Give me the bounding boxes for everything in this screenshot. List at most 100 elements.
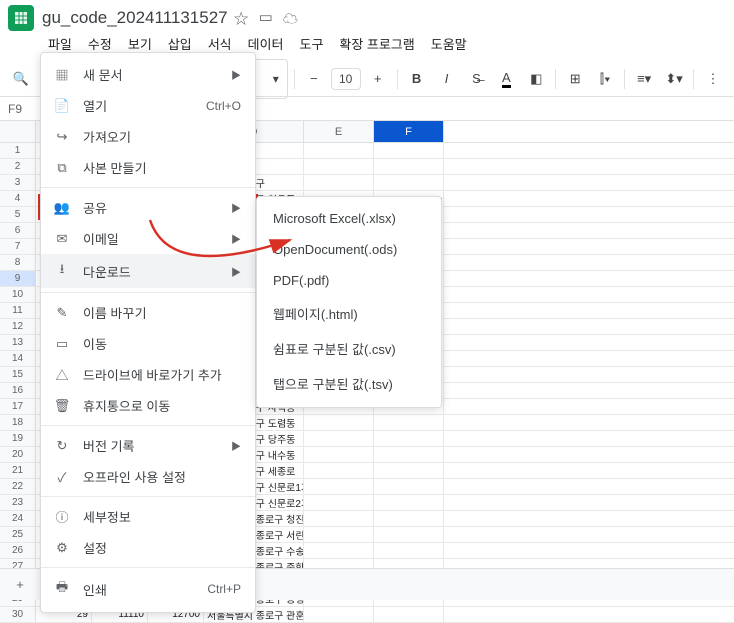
row-header[interactable]: 12 — [0, 319, 36, 334]
menu-확장 프로그램[interactable]: 확장 프로그램 — [333, 32, 420, 55]
row-header[interactable]: 10 — [0, 287, 36, 302]
valign-icon[interactable]: ⬍▾ — [661, 66, 687, 92]
cell[interactable] — [374, 447, 444, 462]
cell[interactable] — [374, 415, 444, 430]
cell[interactable] — [304, 543, 374, 558]
download-option[interactable]: OpenDocument(.ods) — [257, 234, 441, 265]
cell[interactable] — [304, 175, 374, 190]
row-header[interactable]: 9 — [0, 271, 36, 286]
doc-title[interactable]: gu_code_202411131527 — [42, 8, 228, 28]
add-sheet-button[interactable]: + — [8, 573, 32, 597]
menu-item-offline[interactable]: ✓오프라인 사용 설정 — [41, 461, 255, 492]
row-header[interactable]: 7 — [0, 239, 36, 254]
row-header[interactable]: 25 — [0, 527, 36, 542]
menu-item-gear[interactable]: ⚙설정 — [41, 532, 255, 563]
star-icon[interactable]: ☆ — [234, 8, 249, 29]
menu-item-trash[interactable]: 🗑휴지통으로 이동 — [41, 390, 255, 421]
cell[interactable] — [374, 511, 444, 526]
fill-color-icon[interactable]: ◧ — [523, 66, 549, 92]
move-folder-icon[interactable]: ▭ — [259, 8, 273, 29]
cell[interactable] — [304, 159, 374, 174]
cell[interactable] — [304, 527, 374, 542]
col-header-E[interactable]: E — [304, 121, 374, 142]
col-header-F[interactable]: F — [374, 121, 444, 142]
menu-item-rename[interactable]: ✎이름 바꾸기 — [41, 297, 255, 328]
cell[interactable] — [374, 543, 444, 558]
menu-item-import[interactable]: ↪가져오기 — [41, 121, 255, 152]
menu-item-history[interactable]: ↻버전 기록▶ — [41, 430, 255, 461]
row-header[interactable]: 26 — [0, 543, 36, 558]
select-all-corner[interactable] — [0, 121, 36, 142]
row-header[interactable]: 14 — [0, 351, 36, 366]
font-inc-icon[interactable]: + — [365, 66, 391, 92]
row-header[interactable]: 2 — [0, 159, 36, 174]
bold-icon[interactable]: B — [404, 66, 430, 92]
halign-icon[interactable]: ≡▾ — [631, 66, 657, 92]
menu-item-drive[interactable]: △드라이브에 바로가기 추가 — [41, 359, 255, 390]
row-header[interactable]: 6 — [0, 223, 36, 238]
cell[interactable] — [304, 495, 374, 510]
menu-item-share[interactable]: 👥공유▶ — [41, 192, 255, 223]
row-header[interactable]: 3 — [0, 175, 36, 190]
cell[interactable] — [304, 143, 374, 158]
menu-도움말[interactable]: 도움말 — [425, 32, 473, 55]
cell[interactable] — [304, 447, 374, 462]
cell[interactable] — [304, 479, 374, 494]
download-option[interactable]: 쉼표로 구분된 값(.csv) — [257, 331, 441, 366]
menu-item-copy[interactable]: ⧉사본 만들기 — [41, 152, 255, 183]
menu-item-info[interactable]: ⓘ세부정보 — [41, 501, 255, 532]
menu-item-download[interactable]: ⭳다운로드▶ — [41, 254, 255, 288]
cell[interactable] — [304, 607, 374, 622]
row-header[interactable]: 5 — [0, 207, 36, 222]
row-header[interactable]: 23 — [0, 495, 36, 510]
row-header[interactable]: 30 — [0, 607, 36, 622]
italic-icon[interactable]: I — [434, 66, 460, 92]
cloud-icon[interactable]: ☁ — [283, 8, 298, 29]
row-header[interactable]: 22 — [0, 479, 36, 494]
cell[interactable] — [304, 463, 374, 478]
menu-item-move[interactable]: ▭이동 — [41, 328, 255, 359]
name-box[interactable]: F9 — [8, 102, 38, 116]
menu-도구[interactable]: 도구 — [294, 32, 330, 55]
download-option[interactable]: 웹페이지(.html) — [257, 296, 441, 331]
row-header[interactable]: 18 — [0, 415, 36, 430]
download-option[interactable]: 탭으로 구분된 값(.tsv) — [257, 366, 441, 401]
search-icon[interactable]: 🔍 — [8, 66, 34, 92]
row-header[interactable]: 8 — [0, 255, 36, 270]
more-icon[interactable]: ⋮ — [700, 66, 726, 92]
menu-item-mail[interactable]: ✉이메일▶ — [41, 223, 255, 254]
row-header[interactable]: 4 — [0, 191, 36, 206]
cell[interactable] — [374, 143, 444, 158]
cell[interactable] — [374, 175, 444, 190]
cell[interactable] — [304, 431, 374, 446]
row-header[interactable]: 17 — [0, 399, 36, 414]
row-header[interactable]: 15 — [0, 367, 36, 382]
cell[interactable] — [374, 479, 444, 494]
cell[interactable] — [374, 527, 444, 542]
row-header[interactable]: 24 — [0, 511, 36, 526]
font-dec-icon[interactable]: − — [301, 66, 327, 92]
cell[interactable] — [374, 159, 444, 174]
menu-item-doc[interactable]: ▦새 문서▶ — [41, 59, 255, 90]
merge-icon[interactable]: ⫿▾ — [592, 66, 618, 92]
cell[interactable] — [374, 463, 444, 478]
download-option[interactable]: PDF(.pdf) — [257, 265, 441, 296]
strike-icon[interactable]: S̶ — [463, 66, 489, 92]
menu-item-print[interactable]: 🖶인쇄Ctrl+P — [41, 572, 255, 606]
font-size-input[interactable]: 10 — [331, 68, 361, 90]
text-color-icon[interactable]: A — [493, 66, 519, 92]
cell[interactable] — [304, 511, 374, 526]
cell[interactable] — [304, 415, 374, 430]
cell[interactable] — [374, 495, 444, 510]
row-header[interactable]: 11 — [0, 303, 36, 318]
row-header[interactable]: 21 — [0, 463, 36, 478]
menu-item-open[interactable]: 📄열기Ctrl+O — [41, 90, 255, 121]
cell[interactable] — [374, 607, 444, 622]
row-header[interactable]: 13 — [0, 335, 36, 350]
row-header[interactable]: 1 — [0, 143, 36, 158]
row-header[interactable]: 19 — [0, 431, 36, 446]
row-header[interactable]: 20 — [0, 447, 36, 462]
download-option[interactable]: Microsoft Excel(.xlsx) — [257, 203, 441, 234]
cell[interactable] — [374, 431, 444, 446]
row-header[interactable]: 16 — [0, 383, 36, 398]
